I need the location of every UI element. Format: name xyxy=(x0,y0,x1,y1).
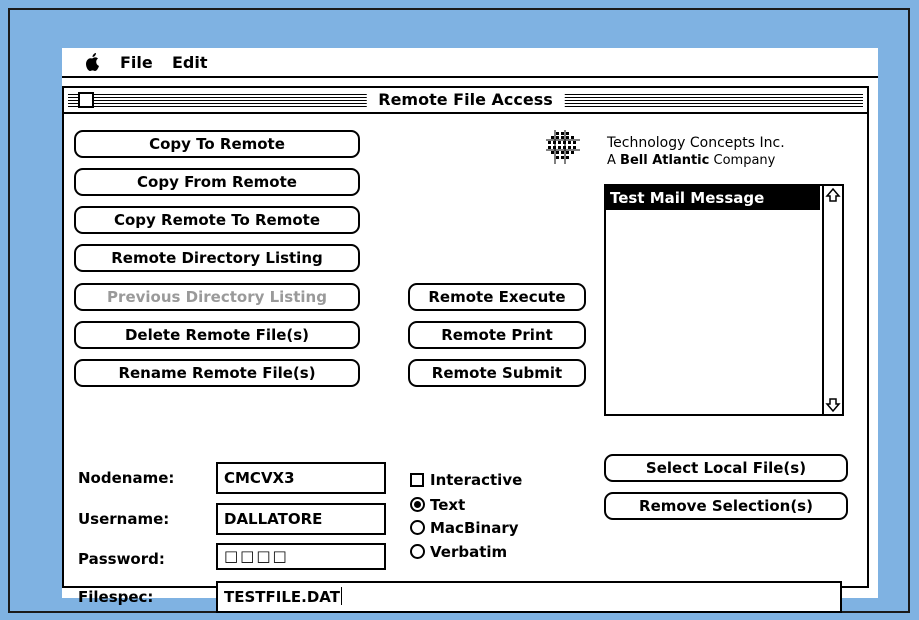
scroll-down-arrow-icon[interactable] xyxy=(825,397,841,413)
company-tagline: A Bell Atlantic Company xyxy=(607,152,775,170)
tagline-bold: Bell Atlantic xyxy=(620,153,710,168)
password-label: Password: xyxy=(78,550,165,568)
rename-remote-files-button[interactable]: Rename Remote File(s) xyxy=(74,359,360,387)
scroll-up-arrow-icon[interactable] xyxy=(825,187,841,203)
remote-print-button[interactable]: Remote Print xyxy=(408,321,586,349)
tagline-suffix: Company xyxy=(713,153,776,168)
copy-to-remote-button[interactable]: Copy To Remote xyxy=(74,130,360,158)
filespec-label: Filespec: xyxy=(78,588,154,606)
file-list[interactable]: Test Mail Message xyxy=(604,184,844,416)
radio-icon[interactable] xyxy=(410,520,425,535)
copy-remote-to-remote-button[interactable]: Copy Remote To Remote xyxy=(74,206,360,234)
interactive-label: Interactive xyxy=(430,471,523,489)
username-field[interactable]: DALLATORE xyxy=(216,503,386,535)
company-logo xyxy=(546,130,580,164)
select-local-files-button[interactable]: Select Local File(s) xyxy=(604,454,848,482)
nodename-label: Nodename: xyxy=(78,469,175,487)
filespec-field[interactable]: TESTFILE.DAT xyxy=(216,581,842,613)
radio-macbinary-label: MacBinary xyxy=(430,519,519,537)
mac-screen: File Edit Remote File Access Copy To Rem… xyxy=(62,48,878,613)
close-box-icon[interactable] xyxy=(78,92,94,108)
menu-file[interactable]: File xyxy=(120,53,153,72)
radio-verbatim[interactable]: Verbatim xyxy=(410,543,507,561)
radio-macbinary[interactable]: MacBinary xyxy=(410,519,519,537)
radio-text[interactable]: Text xyxy=(410,496,465,514)
list-scrollbar[interactable] xyxy=(822,186,842,414)
copy-from-remote-button[interactable]: Copy From Remote xyxy=(74,168,360,196)
radio-selected-icon[interactable] xyxy=(410,497,425,512)
radio-icon[interactable] xyxy=(410,544,425,559)
remote-execute-button[interactable]: Remote Execute xyxy=(408,283,586,311)
window-title: Remote File Access xyxy=(366,89,565,111)
remove-selections-button[interactable]: Remove Selection(s) xyxy=(604,492,848,520)
radio-text-label: Text xyxy=(430,496,466,514)
remote-directory-listing-button[interactable]: Remote Directory Listing xyxy=(74,244,360,272)
interactive-checkbox[interactable]: Interactive xyxy=(410,471,522,489)
company-name: Technology Concepts Inc. xyxy=(607,135,785,151)
username-label: Username: xyxy=(78,510,170,528)
menu-bar: File Edit xyxy=(62,48,878,78)
password-field[interactable]: □□□□ xyxy=(216,543,386,570)
tagline-prefix: A xyxy=(607,153,616,168)
filespec-value: TESTFILE.DAT xyxy=(224,588,340,606)
text-caret xyxy=(340,587,342,605)
frame: File Edit Remote File Access Copy To Rem… xyxy=(8,8,910,613)
remote-submit-button[interactable]: Remote Submit xyxy=(408,359,586,387)
title-bar[interactable]: Remote File Access xyxy=(64,88,867,114)
menu-edit[interactable]: Edit xyxy=(172,53,208,72)
nodename-field[interactable]: CMCVX3 xyxy=(216,462,386,494)
remote-file-access-window: Remote File Access Copy To Remote Copy F… xyxy=(62,86,869,613)
checkbox-icon[interactable] xyxy=(410,473,424,487)
delete-remote-files-button[interactable]: Delete Remote File(s) xyxy=(74,321,360,349)
list-item[interactable]: Test Mail Message xyxy=(606,186,820,210)
apple-icon[interactable] xyxy=(84,52,102,72)
radio-verbatim-label: Verbatim xyxy=(430,543,508,561)
previous-directory-listing-button[interactable]: Previous Directory Listing xyxy=(74,283,360,311)
